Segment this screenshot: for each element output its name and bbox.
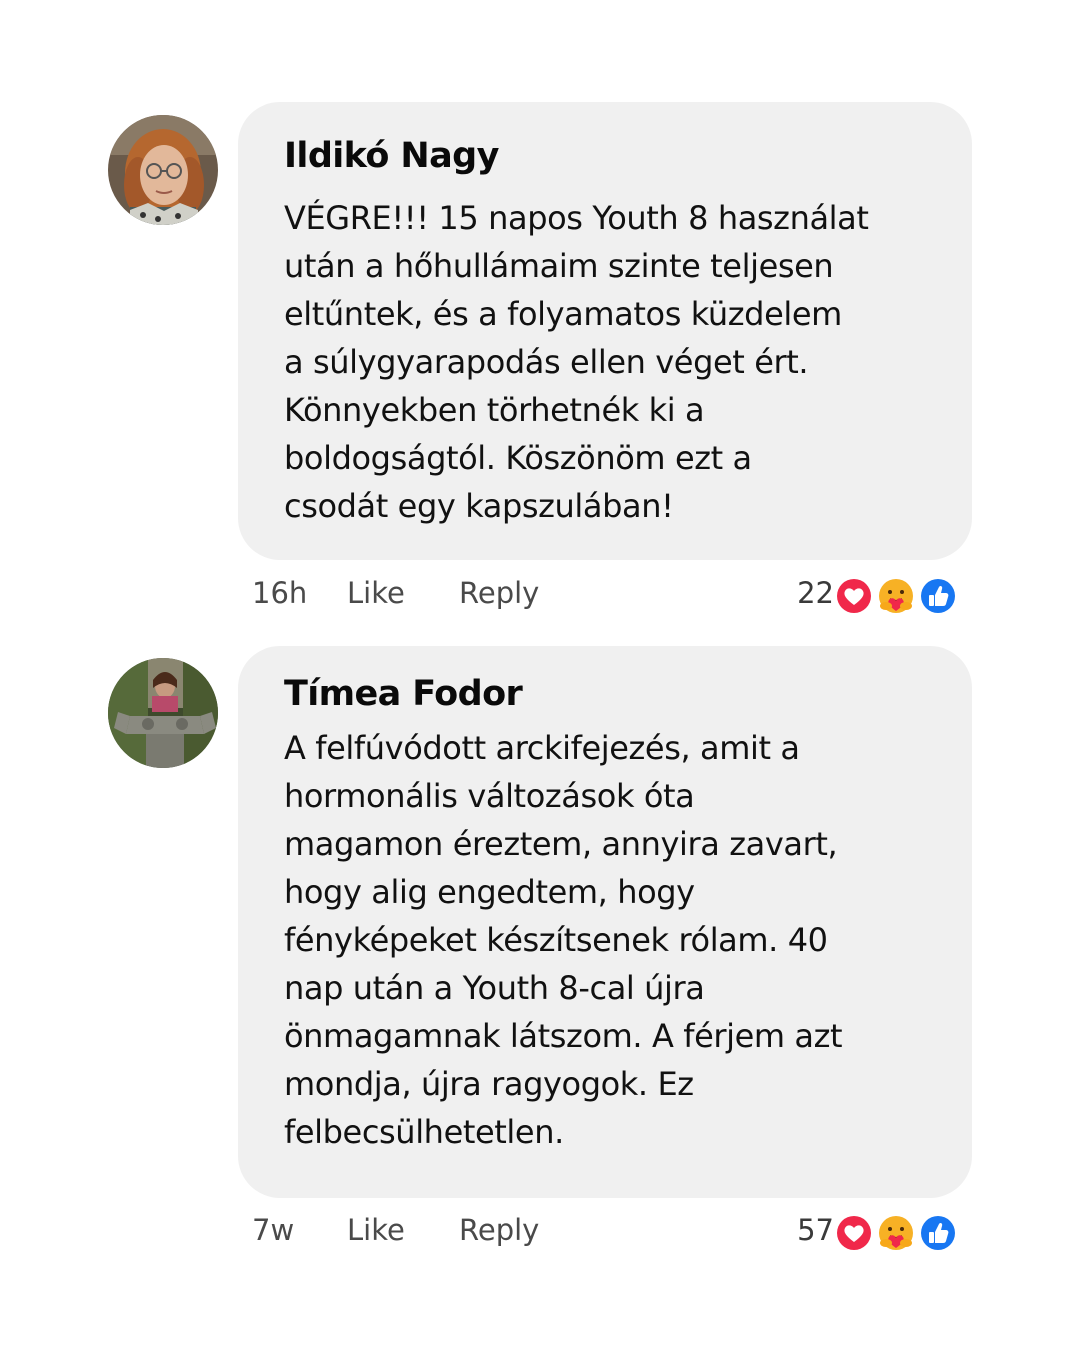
- thumbs-up-icon: [918, 576, 958, 616]
- comment-timestamp[interactable]: 16h: [252, 576, 307, 610]
- comment-text: A felfúvódott arckifejezés, amit a hormo…: [284, 729, 843, 1151]
- comment-author[interactable]: Tímea Fodor: [284, 670, 932, 718]
- comment-timestamp[interactable]: 7w: [252, 1213, 294, 1247]
- heart-icon: [834, 1213, 874, 1253]
- reactions-summary[interactable]: 57: [788, 1205, 958, 1255]
- reply-button[interactable]: Reply: [459, 1213, 539, 1247]
- like-button[interactable]: Like: [347, 576, 405, 610]
- reaction-count: 57: [797, 1213, 834, 1247]
- comment-bubble: Tímea Fodor A felfúvódott arckifejezés, …: [238, 646, 972, 1198]
- avatar[interactable]: [108, 115, 218, 225]
- care-icon: [876, 576, 916, 616]
- comment-author[interactable]: Ildikó Nagy: [284, 132, 932, 180]
- care-icon: [876, 1213, 916, 1253]
- like-button[interactable]: Like: [347, 1213, 405, 1247]
- heart-icon: [834, 576, 874, 616]
- reply-button[interactable]: Reply: [459, 576, 539, 610]
- avatar[interactable]: [108, 658, 218, 768]
- comment-bubble: Ildikó Nagy VÉGRE!!! 15 napos Youth 8 ha…: [238, 102, 972, 560]
- comment-actions: 7w Like Reply 57: [252, 1205, 962, 1255]
- comment-text: VÉGRE!!! 15 napos Youth 8 használat után…: [284, 199, 869, 525]
- reactions-summary[interactable]: 22: [788, 568, 958, 618]
- comment-actions: 16h Like Reply 22: [252, 568, 962, 618]
- reaction-count: 22: [797, 576, 834, 610]
- thumbs-up-icon: [918, 1213, 958, 1253]
- avatar-photo: [108, 658, 218, 768]
- avatar-photo: [108, 115, 218, 225]
